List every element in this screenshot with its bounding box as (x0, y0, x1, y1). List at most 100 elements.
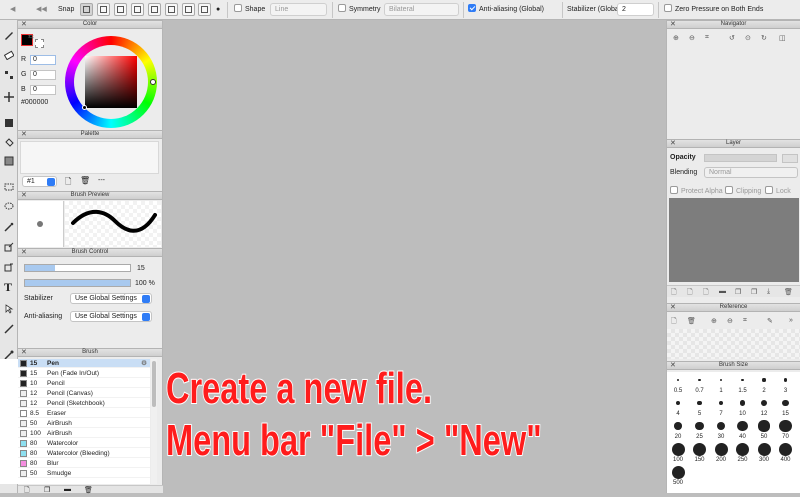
merge-down-icon[interactable]: ⤓ (767, 288, 770, 296)
brush-size-dot[interactable] (783, 378, 788, 382)
brush-antialias-select[interactable]: Use Global Settings (70, 311, 152, 322)
brush-size-dot[interactable] (676, 378, 680, 382)
snap-vanishing-button[interactable] (131, 3, 144, 16)
close-icon[interactable]: ✕ (670, 362, 676, 369)
reference-zoom-in-icon[interactable]: ⊕ (711, 317, 717, 325)
brush-list-item[interactable]: #22222215 Pen (Fade In/Out) (18, 369, 150, 378)
palette-selector[interactable]: #1 (22, 176, 57, 187)
zero-pressure-toggle[interactable]: Zero Pressure on Both Ends (664, 3, 763, 17)
undo-icon[interactable]: ◀ (10, 3, 15, 17)
snap-crisscross-button[interactable] (114, 3, 127, 16)
flip-icon[interactable]: ◫ (779, 34, 786, 42)
brush-size-dot[interactable] (674, 422, 682, 430)
magic-wand-tool-icon[interactable] (4, 222, 14, 232)
fit-icon[interactable]: ⌗ (705, 34, 709, 42)
snap-curve-button[interactable] (182, 3, 195, 16)
close-icon[interactable]: ✕ (670, 140, 676, 147)
brush-size-dot[interactable] (718, 400, 724, 406)
hue-handle[interactable] (150, 79, 156, 85)
brush-size-dot[interactable] (719, 378, 723, 382)
new-layer-8bit-icon[interactable]: 🗋 (687, 288, 693, 299)
zoom-in-icon[interactable]: ⊕ (673, 34, 679, 42)
clipping-toggle[interactable]: Clipping (725, 186, 761, 195)
brush-opacity-slider[interactable] (24, 279, 131, 287)
brush-size-dot[interactable] (782, 399, 789, 407)
protect-alpha-checkbox[interactable] (670, 186, 678, 194)
brush-list-item[interactable]: #eeeeee12 Pencil (Canvas) (18, 389, 150, 398)
brush-size-dot[interactable] (697, 400, 702, 406)
new-layer-icon[interactable]: 🗋 (671, 288, 677, 299)
brush-size-dot[interactable] (698, 378, 701, 382)
brush-size-dot[interactable] (671, 442, 685, 456)
new-layer-1bit-icon[interactable]: 🗋 (703, 288, 709, 299)
close-icon[interactable]: ✕ (21, 349, 27, 356)
brush-size-dot[interactable] (693, 442, 706, 456)
rotate-right-icon[interactable]: ↻ (761, 34, 767, 42)
reference-zoom-out-icon[interactable]: ⊖ (727, 317, 733, 325)
open-reference-icon[interactable]: 🗋 (671, 317, 677, 328)
brush-size-dot[interactable] (779, 419, 792, 433)
operation-tool-icon[interactable] (4, 304, 14, 314)
shape-checkbox[interactable] (234, 4, 242, 12)
hex-value[interactable]: #000000 (21, 99, 48, 106)
snap-circle-button[interactable] (165, 3, 178, 16)
snap-settings-icon[interactable]: ● (216, 3, 220, 17)
close-icon[interactable]: ✕ (21, 192, 27, 199)
brush-list-item[interactable]: #f58ee080 Blur (18, 459, 150, 468)
lock-checkbox[interactable] (765, 186, 773, 194)
brush-list-scrollbar[interactable] (151, 359, 157, 484)
dot-tool-icon[interactable] (4, 70, 14, 80)
close-icon[interactable]: ✕ (21, 21, 27, 28)
close-icon[interactable]: ✕ (670, 304, 676, 311)
close-icon[interactable]: ✕ (21, 131, 27, 138)
brush-size-grid[interactable]: 0.5 0.7 1 1.5 2 3 4 5 7 10 12 15 20 25 30 40 50 70 100 150 2… (667, 372, 800, 493)
divide-tool-icon[interactable] (4, 324, 14, 334)
brush-size-dot[interactable] (714, 442, 728, 456)
b-input[interactable]: 0 (30, 85, 56, 95)
eraser-tool-icon[interactable] (4, 50, 14, 60)
brush-list-item[interactable]: #eeeeee50 AirBrush (18, 419, 150, 428)
lock-toggle[interactable]: Lock (765, 186, 791, 195)
brush-size-dot[interactable] (671, 465, 685, 479)
snap-parallel-button[interactable] (97, 3, 110, 16)
text-tool-icon[interactable]: T (4, 281, 14, 293)
close-icon[interactable]: ✕ (670, 21, 676, 28)
delete-reference-icon[interactable]: 🗑 (687, 317, 696, 325)
shape-select[interactable]: Line (270, 3, 327, 16)
brush-size-dot[interactable] (741, 378, 744, 382)
brush-size-dot[interactable] (676, 401, 680, 405)
rotate-reset-icon[interactable]: ⊙ (745, 34, 751, 42)
antialias-checkbox[interactable] (468, 4, 476, 12)
stabilizer-input[interactable]: 2 (617, 3, 654, 16)
bucket-tool-icon[interactable] (4, 138, 14, 148)
new-brush-icon[interactable]: 🗋 (24, 486, 30, 497)
layer-opacity-input[interactable] (782, 154, 798, 163)
close-icon[interactable]: ✕ (21, 249, 27, 256)
layer-folder-icon[interactable]: ▬ (719, 288, 726, 295)
protect-alpha-toggle[interactable]: Protect Alpha (670, 186, 723, 195)
shape-toggle[interactable]: Shape (234, 3, 265, 17)
redo-icon[interactable]: ◀◀ (36, 3, 47, 17)
copy-layer-icon[interactable]: ❐ (751, 288, 757, 296)
antialias-toggle[interactable]: Anti-aliasing (Global) (468, 3, 544, 17)
brush-list-item[interactable]: #ffffff8.5 Eraser (18, 409, 150, 418)
new-palette-icon[interactable]: 🗋 (65, 176, 71, 190)
brush-folder-icon[interactable]: ▬ (64, 486, 71, 493)
layer-list[interactable] (669, 198, 799, 282)
palette-more[interactable]: --- (98, 177, 105, 184)
zoom-out-icon[interactable]: ⊖ (689, 34, 695, 42)
brush-list-item[interactable]: #eeeeee100 AirBrush (18, 429, 150, 438)
brush-list-item[interactable]: #eeeeee50 Smudge (18, 469, 150, 478)
delete-layer-icon[interactable]: 🗑 (784, 288, 793, 296)
reference-view[interactable] (667, 329, 800, 359)
brush-size-slider[interactable] (24, 264, 131, 272)
rotate-left-icon[interactable]: ↺ (729, 34, 735, 42)
brush-list[interactable]: #22222215Pen⚙#22222215Pen (Fade In/Out)#… (0, 359, 150, 484)
snap-radial-button[interactable] (148, 3, 161, 16)
move-tool-icon[interactable] (4, 92, 14, 102)
palette-grid[interactable] (20, 141, 159, 174)
layer-blending-select[interactable]: Normal (704, 167, 798, 178)
color-picker-handle[interactable] (82, 105, 87, 110)
pen-tool-icon[interactable] (4, 30, 14, 40)
zero-pressure-checkbox[interactable] (664, 4, 672, 12)
